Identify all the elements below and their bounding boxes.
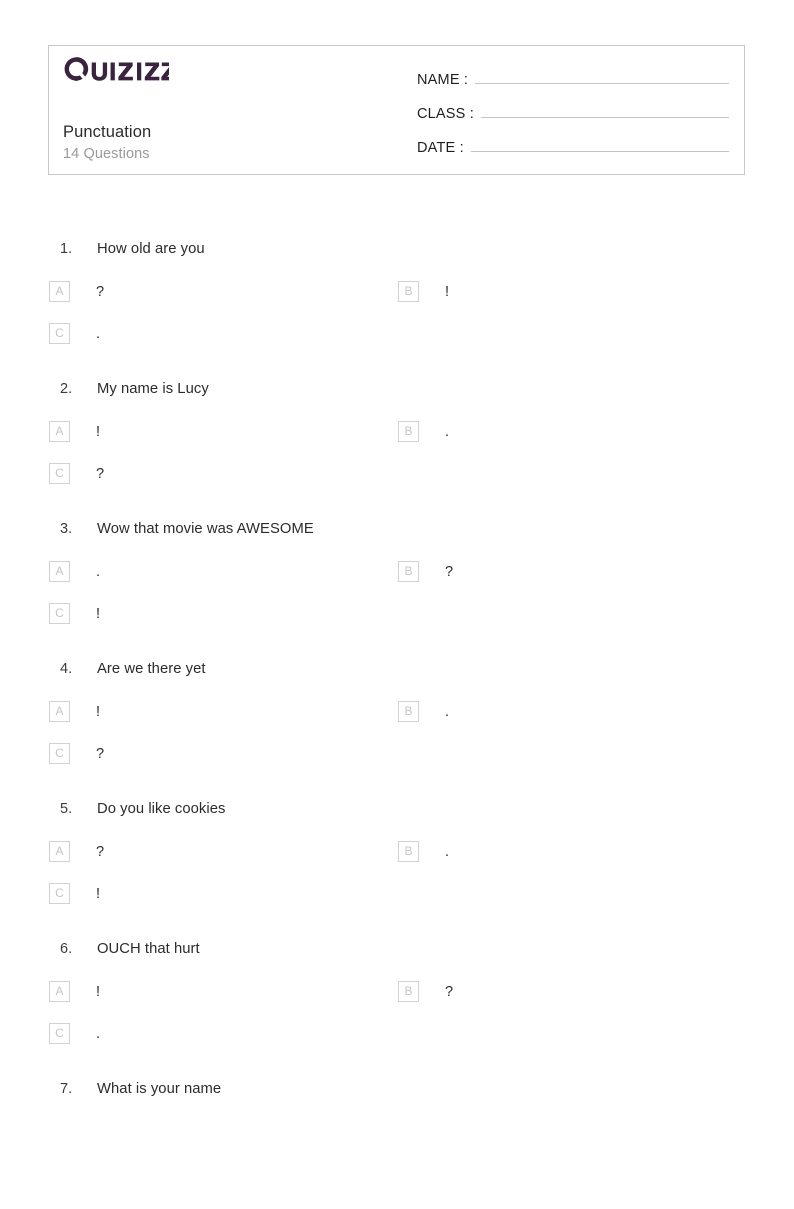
question-number: 5.: [60, 801, 73, 817]
answer-option-key: B: [398, 281, 419, 302]
answer-option-text: !: [96, 885, 101, 902]
answer-option-text: .: [96, 563, 101, 580]
answer-option-text: ?: [445, 563, 454, 580]
answer-option-key: C: [49, 743, 70, 764]
answer-option[interactable]: B?: [398, 561, 453, 582]
answer-option-text: ?: [96, 283, 105, 300]
answer-option[interactable]: A!: [49, 701, 100, 722]
question-block: 6. OUCH that hurt A! B? C.: [0, 929, 794, 1069]
quiz-question-count: 14 Questions: [63, 146, 150, 162]
question-number: 7.: [60, 1081, 73, 1097]
answer-option[interactable]: A.: [49, 561, 100, 582]
worksheet-page: Punctuation 14 Questions NAME : CLASS : …: [0, 0, 794, 1123]
answer-option-key: B: [398, 981, 419, 1002]
answer-option-key: A: [49, 561, 70, 582]
answer-option-key: C: [49, 603, 70, 624]
name-field-label: NAME :: [417, 72, 469, 88]
question-number: 4.: [60, 661, 73, 677]
question-number: 3.: [60, 521, 73, 537]
answer-option[interactable]: A!: [49, 421, 100, 442]
question-text: Are we there yet: [97, 661, 206, 677]
question-heading: 1. How old are you: [60, 241, 205, 257]
answer-option-key: C: [49, 883, 70, 904]
date-field-input[interactable]: [470, 134, 729, 152]
quiz-title: Punctuation: [63, 123, 152, 141]
answer-option[interactable]: B!: [398, 281, 449, 302]
student-info-fields: NAME : CLASS : DATE :: [417, 66, 729, 168]
answer-option-key: B: [398, 841, 419, 862]
brand-area: [63, 56, 403, 82]
answer-option-text: .: [445, 703, 450, 720]
question-heading: 2. My name is Lucy: [60, 381, 209, 397]
answer-option-text: ?: [96, 843, 105, 860]
answer-option-key: A: [49, 841, 70, 862]
answer-option-text: .: [445, 423, 450, 440]
answer-option-key: A: [49, 701, 70, 722]
question-number: 2.: [60, 381, 73, 397]
question-number: 1.: [60, 241, 73, 257]
answer-option-key: C: [49, 1023, 70, 1044]
answer-option-key: B: [398, 561, 419, 582]
answer-option-text: ?: [445, 983, 454, 1000]
question-number: 6.: [60, 941, 73, 957]
answer-option[interactable]: C?: [49, 743, 104, 764]
question-block: 1. How old are you A? B! C.: [0, 229, 794, 369]
answer-option[interactable]: C!: [49, 883, 100, 904]
answer-option[interactable]: C?: [49, 463, 104, 484]
question-heading: 6. OUCH that hurt: [60, 941, 200, 957]
answer-option[interactable]: A!: [49, 981, 100, 1002]
question-heading: 7. What is your name: [60, 1081, 221, 1097]
answer-option[interactable]: B?: [398, 981, 453, 1002]
answer-option-key: C: [49, 463, 70, 484]
question-heading: 3. Wow that movie was AWESOME: [60, 521, 314, 537]
date-field-label: DATE :: [417, 140, 464, 156]
answer-option-key: A: [49, 281, 70, 302]
question-text: What is your name: [97, 1081, 222, 1097]
answer-option[interactable]: C!: [49, 603, 100, 624]
class-field-row: CLASS :: [417, 100, 729, 134]
question-heading: 5. Do you like cookies: [60, 801, 225, 817]
answer-option[interactable]: C.: [49, 323, 100, 344]
question-block: 5. Do you like cookies A? B. C!: [0, 789, 794, 929]
answer-option[interactable]: B.: [398, 421, 449, 442]
answer-option[interactable]: A?: [49, 281, 104, 302]
worksheet-header: Punctuation 14 Questions NAME : CLASS : …: [48, 45, 745, 175]
answer-option[interactable]: B.: [398, 841, 449, 862]
question-text: My name is Lucy: [97, 381, 209, 397]
name-field-input[interactable]: [475, 66, 729, 84]
quizizz-logo: [64, 57, 170, 81]
answer-option[interactable]: A?: [49, 841, 104, 862]
class-field-label: CLASS :: [417, 106, 475, 122]
date-field-row: DATE :: [417, 134, 729, 168]
question-text: How old are you: [97, 241, 205, 257]
answer-option-key: B: [398, 701, 419, 722]
answer-option-key: B: [398, 421, 419, 442]
class-field-input[interactable]: [481, 100, 729, 118]
question-block: 4. Are we there yet A! B. C?: [0, 649, 794, 789]
answer-option-text: ?: [96, 745, 105, 762]
question-block: 7. What is your name: [0, 1069, 794, 1209]
question-text: OUCH that hurt: [97, 941, 200, 957]
answer-option[interactable]: C.: [49, 1023, 100, 1044]
answer-option-text: .: [96, 1025, 101, 1042]
answer-option-text: !: [96, 605, 101, 622]
answer-option-text: !: [96, 983, 101, 1000]
answer-option-text: .: [96, 325, 101, 342]
answer-option-text: ?: [96, 465, 105, 482]
name-field-row: NAME :: [417, 66, 729, 100]
answer-option-text: !: [96, 703, 101, 720]
question-text: Do you like cookies: [97, 801, 226, 817]
question-list: 1. How old are you A? B! C. 2. My name is Lucy…: [0, 229, 794, 1209]
answer-option-key: A: [49, 421, 70, 442]
answer-option-text: !: [96, 423, 101, 440]
answer-option-text: !: [445, 283, 450, 300]
answer-option-key: C: [49, 323, 70, 344]
question-block: 3. Wow that movie was AWESOME A. B? C!: [0, 509, 794, 649]
question-block: 2. My name is Lucy A! B. C?: [0, 369, 794, 509]
answer-option[interactable]: B.: [398, 701, 449, 722]
answer-option-text: .: [445, 843, 450, 860]
question-text: Wow that movie was AWESOME: [97, 521, 314, 537]
question-heading: 4. Are we there yet: [60, 661, 206, 677]
answer-option-key: A: [49, 981, 70, 1002]
